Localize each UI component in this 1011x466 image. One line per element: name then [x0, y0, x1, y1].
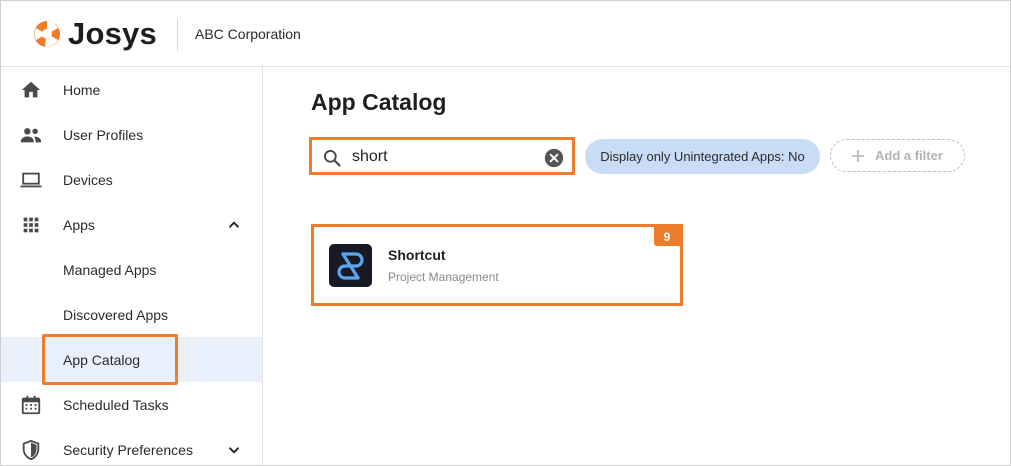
- laptop-icon: [20, 172, 42, 188]
- sidebar-item-label: App Catalog: [63, 351, 141, 368]
- chevron-down-icon[interactable]: [225, 441, 243, 459]
- sidebar: Home User Profiles Devices Apps Managed …: [1, 67, 263, 465]
- sidebar-item-security-preferences[interactable]: Security Preferences: [1, 427, 262, 466]
- sidebar-item-label: Devices: [63, 171, 113, 188]
- shortcut-app-icon: [329, 244, 372, 287]
- shortcut-logo-icon: [337, 252, 364, 280]
- app-name: Shortcut: [388, 247, 446, 263]
- top-header: Josys ABC Corporation: [1, 1, 1010, 67]
- shield-icon: [22, 439, 40, 461]
- sidebar-item-discovered-apps[interactable]: Discovered Apps: [1, 292, 262, 337]
- sidebar-item-devices[interactable]: Devices: [1, 157, 262, 202]
- app-card-shortcut[interactable]: Shortcut Project Management 9: [311, 224, 683, 306]
- sidebar-item-scheduled-tasks[interactable]: Scheduled Tasks: [1, 382, 262, 427]
- sidebar-item-label: Scheduled Tasks: [63, 396, 169, 413]
- calendar-icon: [21, 395, 41, 415]
- organization-name: ABC Corporation: [195, 26, 301, 42]
- sidebar-item-home[interactable]: Home: [1, 67, 262, 112]
- header-divider: [177, 19, 178, 51]
- add-filter-button[interactable]: Add a filter: [830, 139, 965, 172]
- search-input[interactable]: [352, 145, 538, 169]
- sidebar-item-label: Home: [63, 81, 101, 98]
- add-filter-label: Add a filter: [875, 148, 943, 163]
- sidebar-item-user-profiles[interactable]: User Profiles: [1, 112, 262, 157]
- page-title: App Catalog: [311, 89, 447, 115]
- app-count-badge: 9: [654, 227, 680, 246]
- unintegrated-apps-filter-chip[interactable]: Display only Unintegrated Apps: No: [585, 139, 820, 174]
- sidebar-item-managed-apps[interactable]: Managed Apps: [1, 247, 262, 292]
- plus-icon: [852, 149, 864, 162]
- sidebar-item-apps[interactable]: Apps: [1, 202, 262, 247]
- sidebar-item-label: Security Preferences: [63, 441, 193, 458]
- chevron-up-icon[interactable]: [225, 216, 243, 234]
- sidebar-item-label: Managed Apps: [63, 261, 157, 278]
- brand-logo[interactable]: Josys: [32, 16, 157, 52]
- brand-name: Josys: [68, 16, 157, 51]
- sidebar-item-label: Apps: [63, 216, 95, 233]
- search-icon: [324, 150, 341, 167]
- sidebar-item-app-catalog[interactable]: App Catalog: [1, 337, 262, 382]
- sidebar-item-label: User Profiles: [63, 126, 144, 143]
- grid-icon: [23, 217, 39, 233]
- clear-search-icon[interactable]: [544, 148, 564, 168]
- people-icon: [20, 128, 42, 143]
- app-category: Project Management: [388, 270, 499, 284]
- sidebar-item-label: Discovered Apps: [63, 306, 169, 323]
- josys-logo-icon: [34, 21, 60, 48]
- home-icon: [21, 81, 41, 98]
- search-box[interactable]: [309, 137, 575, 175]
